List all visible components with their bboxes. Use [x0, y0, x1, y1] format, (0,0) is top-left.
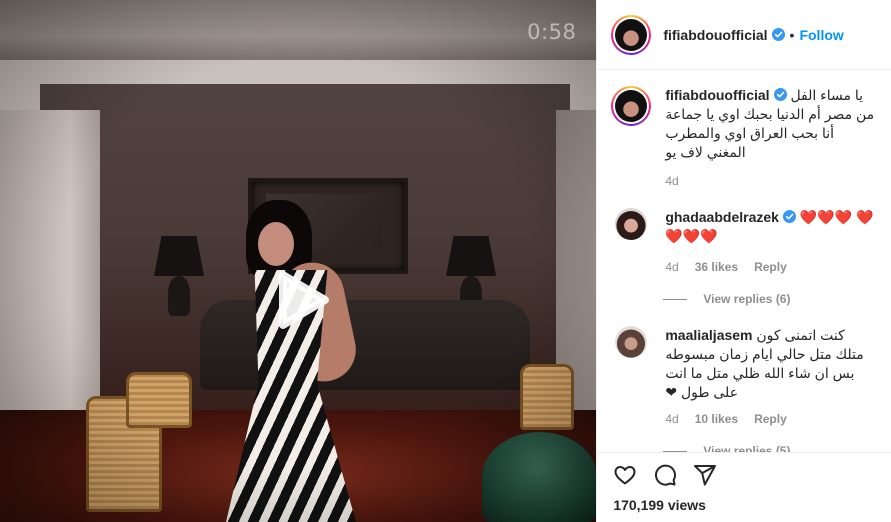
play-icon[interactable] — [265, 265, 335, 335]
comment-time[interactable]: 4d — [665, 260, 678, 274]
comment-username[interactable]: maalialjasem — [665, 327, 752, 343]
post-dialog: 0:58 fifiabdouofficial • Follow fifiabdo… — [0, 0, 891, 522]
replies-divider — [663, 298, 688, 300]
header-username[interactable]: fifiabdouofficial — [663, 27, 767, 43]
comment-avatar[interactable] — [615, 208, 648, 240]
comment-item: ghadaabdelrazek ❤️❤️❤️ ❤️❤️❤️❤️ 4d 36 li… — [611, 208, 875, 274]
comment-item: maalialjasem كنت اتمنى كون متلك متل حالي… — [611, 326, 875, 426]
view-replies-button[interactable]: View replies (6) — [663, 292, 875, 306]
heart-icon[interactable] — [613, 463, 637, 487]
comment-likes[interactable]: 36 likes — [695, 260, 738, 274]
comment-likes[interactable]: 10 likes — [695, 412, 738, 426]
view-replies-button[interactable]: View replies (5) — [663, 444, 875, 452]
caption-time[interactable]: 4d — [665, 174, 678, 188]
caption-avatar[interactable] — [611, 86, 652, 126]
comment-avatar[interactable] — [615, 326, 648, 358]
verified-badge-icon — [773, 88, 787, 101]
post-header: fifiabdouofficial • Follow — [597, 0, 891, 70]
follow-button[interactable]: Follow — [799, 27, 843, 43]
verified-badge-icon — [771, 28, 785, 41]
video-timer: 0:58 — [527, 20, 577, 44]
views-count[interactable]: 170,199 views — [613, 497, 875, 513]
header-separator: • — [789, 26, 795, 43]
comment-username[interactable]: ghadaabdelrazek — [665, 209, 779, 225]
reply-button[interactable]: Reply — [754, 412, 787, 426]
comment-time[interactable]: 4d — [665, 412, 678, 426]
post-side-panel: fifiabdouofficial • Follow fifiabdouoffi… — [596, 0, 891, 522]
reply-button[interactable]: Reply — [754, 260, 787, 274]
view-replies-label: View replies (5) — [703, 444, 791, 452]
verified-badge-icon — [782, 210, 796, 223]
caption: fifiabdouofficial يا مساء الفل من مصر أم… — [611, 86, 875, 188]
video-player[interactable]: 0:58 — [0, 0, 597, 522]
comment-icon[interactable] — [653, 463, 677, 487]
view-replies-label: View replies (6) — [703, 292, 791, 306]
video-vignette — [0, 0, 597, 522]
action-bar: 170,199 views — [597, 452, 891, 522]
comments-section: fifiabdouofficial يا مساء الفل من مصر أم… — [597, 70, 891, 452]
avatar[interactable] — [611, 14, 652, 55]
share-icon[interactable] — [693, 463, 717, 487]
caption-username[interactable]: fifiabdouofficial — [665, 87, 769, 103]
